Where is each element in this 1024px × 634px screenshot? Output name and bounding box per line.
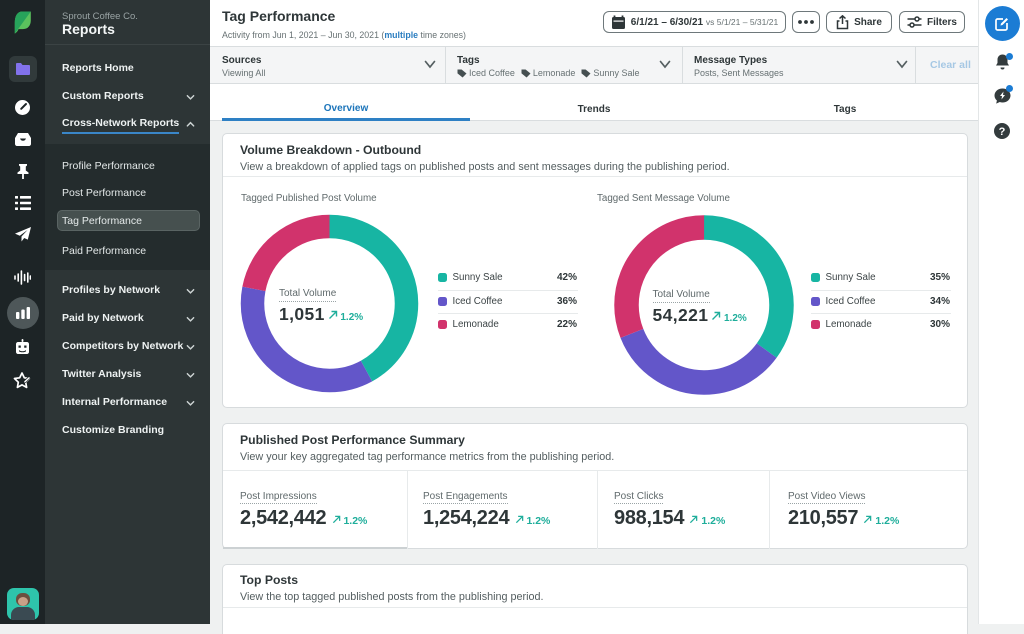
svg-text:?: ? [999,126,1006,138]
